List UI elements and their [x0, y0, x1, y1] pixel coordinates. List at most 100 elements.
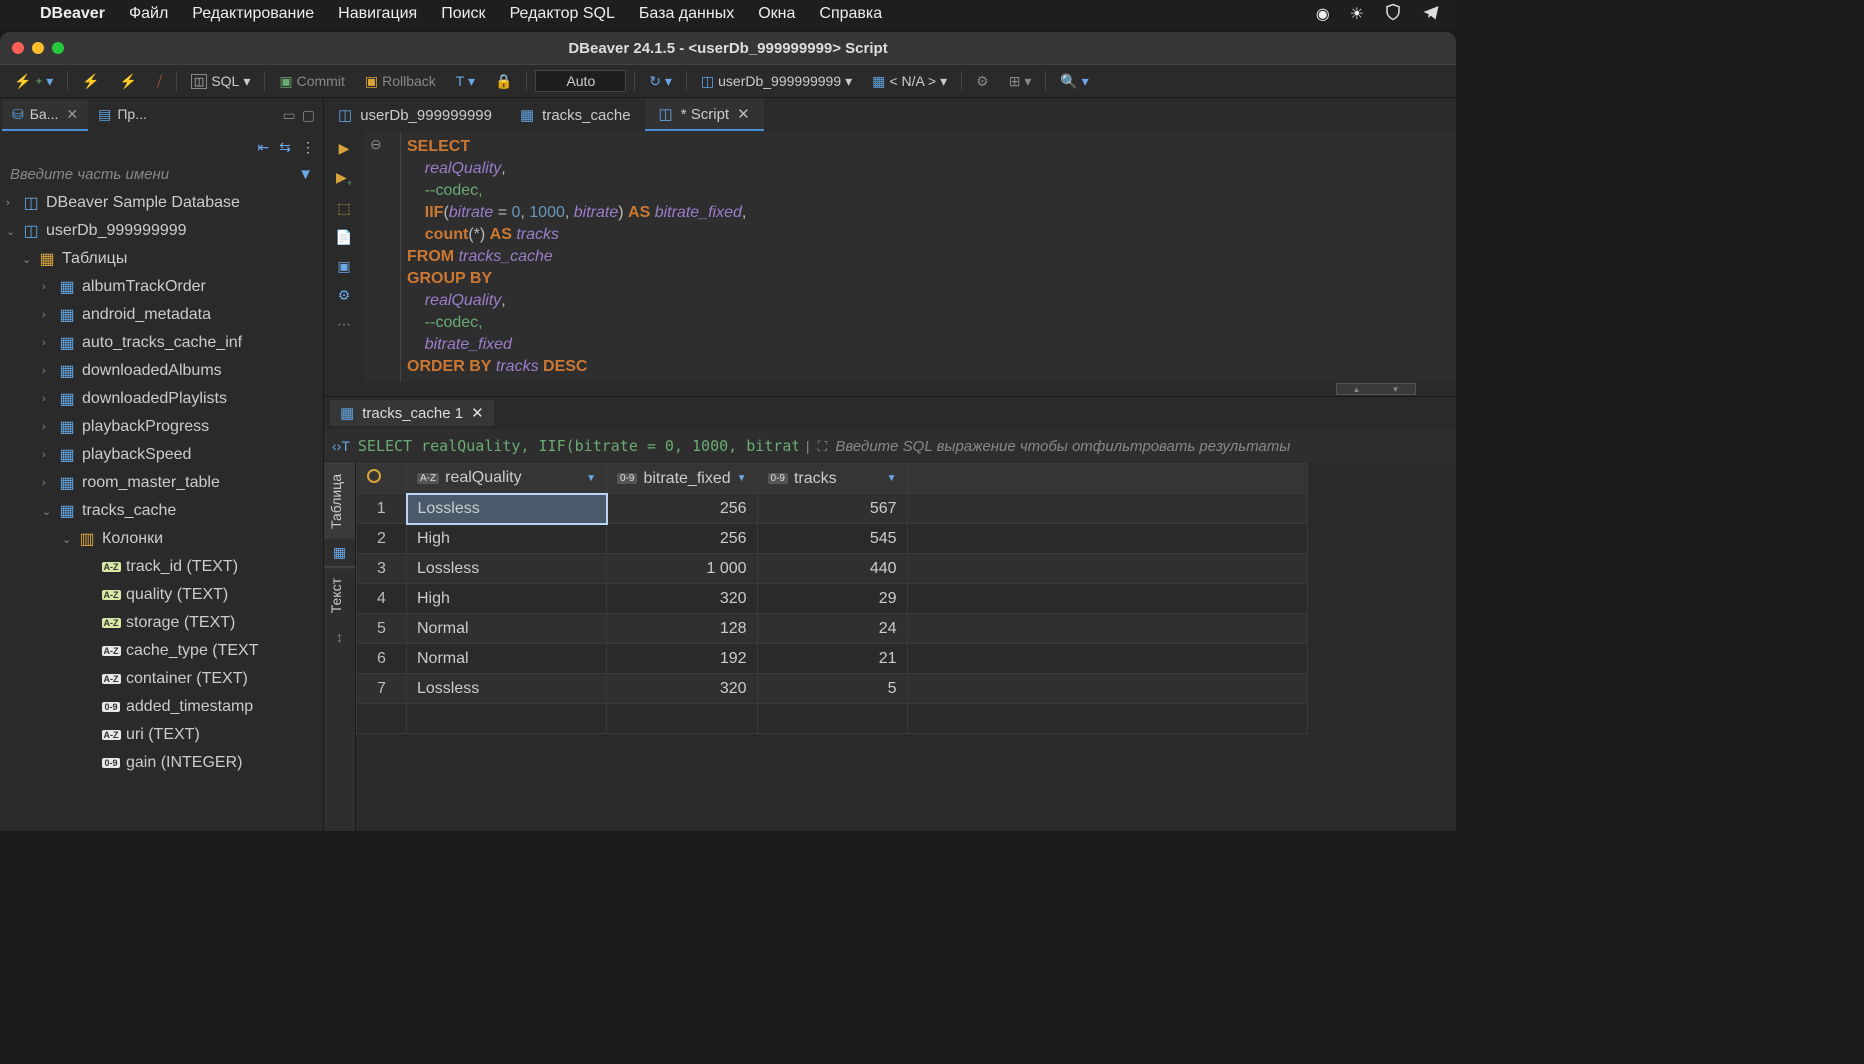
schema-icon[interactable]: ⊞ ▾ — [1003, 71, 1038, 92]
window-close-button[interactable] — [12, 42, 24, 54]
tree-item[interactable]: ⌄▥Колонки — [0, 525, 323, 553]
run-icon[interactable]: ▶ — [339, 140, 350, 157]
cell[interactable]: 320 — [607, 584, 758, 614]
sidebar-tab-projects[interactable]: ▤ Пр... — [88, 100, 157, 131]
tree-item[interactable]: ›▦downloadedPlaylists — [0, 385, 323, 413]
results-tab[interactable]: ▦ tracks_cache 1 ✕ — [330, 400, 494, 426]
tree-item[interactable]: ›▦auto_tracks_cache_inf — [0, 329, 323, 357]
column-header[interactable]: 0-9tracks▼ — [757, 464, 907, 494]
row-number[interactable]: 1 — [357, 494, 407, 524]
filter-input[interactable]: Введите часть имени — [10, 166, 169, 183]
rollback-button[interactable]: ▣ Rollback — [359, 71, 442, 92]
tree-item[interactable]: ›▦downloadedAlbums — [0, 357, 323, 385]
cell[interactable]: Lossless — [407, 554, 607, 584]
cell[interactable]: 5 — [757, 674, 907, 704]
table-row[interactable]: 6Normal19221 — [357, 644, 1308, 674]
row-number[interactable]: 5 — [357, 614, 407, 644]
tree-item[interactable]: ›▦albumTrackOrder — [0, 273, 323, 301]
collapse-icon[interactable]: ⇤ — [258, 139, 270, 156]
cell[interactable]: Normal — [407, 644, 607, 674]
menu-search[interactable]: Поиск — [441, 5, 485, 23]
table-row[interactable]: 4High32029 — [357, 584, 1308, 614]
tree-item[interactable]: ›▦playbackSpeed — [0, 441, 323, 469]
connect-button[interactable]: ⚡ — [76, 71, 105, 92]
expand-icon[interactable]: ⛶ — [818, 438, 828, 455]
table-row[interactable]: 5Normal12824 — [357, 614, 1308, 644]
transaction-mode-button[interactable]: T ▾ — [450, 71, 481, 92]
cell[interactable]: Lossless — [407, 494, 607, 524]
tree-item[interactable]: ›▦room_master_table — [0, 469, 323, 497]
table-row[interactable]: 2High256545 — [357, 524, 1308, 554]
search-icon[interactable]: 🔍 ▾ — [1054, 71, 1094, 92]
commit-button[interactable]: ▣ Commit — [273, 71, 350, 92]
menu-edit[interactable]: Редактирование — [192, 5, 314, 23]
close-icon[interactable]: ✕ — [471, 404, 484, 422]
cell[interactable]: 545 — [757, 524, 907, 554]
sidebar-tab-databases[interactable]: ⛁ Ба... ✕ — [2, 100, 88, 131]
active-db-select[interactable]: ◫ userDb_999999999 ▾ — [695, 71, 858, 92]
sql-code-editor[interactable]: SELECT realQuality, --codec, IIF(bitrate… — [400, 132, 1456, 382]
close-icon[interactable]: ✕ — [737, 105, 750, 123]
link-icon[interactable]: ⇆ — [279, 139, 291, 156]
menu-help[interactable]: Справка — [819, 5, 882, 23]
cell[interactable]: 320 — [607, 674, 758, 704]
filter-icon[interactable]: ▼ — [298, 166, 313, 183]
menu-icon[interactable]: ⋮ — [301, 139, 315, 156]
menu-sql-editor[interactable]: Редактор SQL — [510, 5, 615, 23]
close-icon[interactable]: ✕ — [66, 106, 78, 123]
editor-tab[interactable]: ◫userDb_999999999 — [324, 100, 506, 130]
tree-item[interactable]: A-Zuri (TEXT) — [0, 721, 323, 749]
minimize-icon[interactable]: ▭ — [283, 107, 296, 124]
menu-windows[interactable]: Окна — [758, 5, 795, 23]
menu-database[interactable]: База данных — [639, 5, 734, 23]
view-mode-text[interactable]: Текст — [324, 567, 355, 623]
filter-input[interactable]: Введите SQL выражение чтобы отфильтроват… — [835, 438, 1290, 455]
gear-icon[interactable]: ⚙ — [338, 287, 351, 304]
cell[interactable]: 21 — [757, 644, 907, 674]
row-number[interactable]: 4 — [357, 584, 407, 614]
cell[interactable]: 29 — [757, 584, 907, 614]
table-row[interactable]: 7Lossless3205 — [357, 674, 1308, 704]
more-icon[interactable]: ⋯ — [337, 316, 351, 333]
database-tree[interactable]: ›◫DBeaver Sample Database⌄◫userDb_999999… — [0, 187, 323, 831]
record-icon[interactable]: ◉ — [1316, 4, 1330, 24]
window-minimize-button[interactable] — [32, 42, 44, 54]
tree-item[interactable]: ⌄▦Таблицы — [0, 245, 323, 273]
active-schema-select[interactable]: ▦ < N/A > ▾ — [866, 71, 953, 92]
brightness-icon[interactable]: ☀ — [1350, 4, 1364, 24]
cell[interactable]: 192 — [607, 644, 758, 674]
column-header[interactable]: 0-9bitrate_fixed▼ — [607, 464, 758, 494]
tree-item[interactable]: ›◫DBeaver Sample Database — [0, 189, 323, 217]
tree-item[interactable]: ›▦playbackProgress — [0, 413, 323, 441]
explain-icon[interactable]: ⬚ — [337, 200, 350, 217]
sql-editor-button[interactable]: ◫ SQL ▾ — [185, 71, 256, 92]
telegram-icon[interactable] — [1422, 3, 1440, 26]
auto-commit-select[interactable]: Auto — [535, 70, 626, 92]
history-button[interactable]: ↻ ▾ — [643, 71, 678, 92]
shield-icon[interactable] — [1384, 3, 1402, 26]
cell[interactable]: Normal — [407, 614, 607, 644]
editor-tab[interactable]: ▦tracks_cache — [506, 100, 645, 130]
select-all-corner[interactable] — [357, 464, 407, 494]
grid-icon[interactable]: ▦ — [333, 544, 346, 561]
sort-icon[interactable]: ↕ — [336, 629, 343, 645]
cell[interactable]: 256 — [607, 494, 758, 524]
column-header[interactable]: A-ZrealQuality▼ — [407, 464, 607, 494]
row-number[interactable]: 3 — [357, 554, 407, 584]
tree-item[interactable]: ⌄▦tracks_cache — [0, 497, 323, 525]
cell[interactable]: Lossless — [407, 674, 607, 704]
reconnect-button[interactable]: ⚡ — [114, 71, 143, 92]
pane-splitter[interactable]: ▲▼ — [324, 382, 1456, 396]
cell[interactable]: High — [407, 584, 607, 614]
tree-item[interactable]: A-Zcache_type (TEXT — [0, 637, 323, 665]
maximize-icon[interactable]: ▢ — [302, 107, 315, 124]
tree-item[interactable]: 0-9added_timestamp — [0, 693, 323, 721]
tree-item[interactable]: A-Zstorage (TEXT) — [0, 609, 323, 637]
terminal-icon[interactable]: ▣ — [337, 258, 350, 275]
table-row[interactable]: 1Lossless256567 — [357, 494, 1308, 524]
tree-item[interactable]: 0-9gain (INTEGER) — [0, 749, 323, 777]
view-mode-table[interactable]: Таблица — [324, 463, 355, 539]
cell[interactable]: 440 — [757, 554, 907, 584]
new-connection-button[interactable]: ⚡+ ▾ — [8, 71, 59, 92]
cell[interactable]: 1 000 — [607, 554, 758, 584]
